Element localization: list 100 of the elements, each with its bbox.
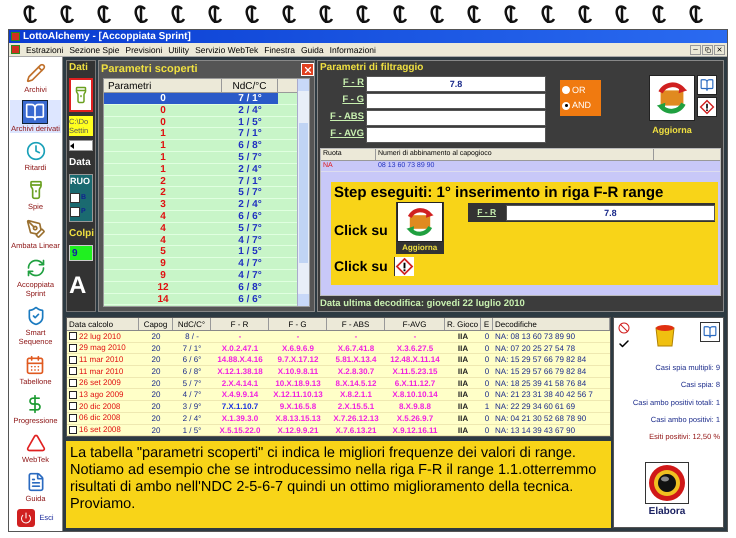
check-icon[interactable]: [618, 338, 630, 350]
minimize-button[interactable]: [690, 44, 701, 54]
field-label[interactable]: F - R: [468, 206, 506, 219]
grid-row[interactable]: 9 4 / 7°: [104, 270, 297, 282]
field-label[interactable]: F - R: [320, 76, 366, 91]
table-cell-text: 8.X.9.8.8: [398, 401, 432, 412]
jar-icon[interactable]: [654, 322, 676, 348]
range-field[interactable]: 7.8: [506, 204, 715, 220]
checkbox[interactable]: [69, 414, 77, 422]
close-button[interactable]: [714, 44, 725, 54]
table-cell-text: NA: 22 29 34 60 61 69: [494, 401, 576, 412]
table-cell-text: 5 / 7°: [182, 378, 202, 388]
book-icon[interactable]: [700, 322, 720, 342]
column-header[interactable]: F - G: [269, 318, 327, 330]
table-cell-text: 3: [159, 199, 167, 210]
table-cell: 26 set 2009: [79, 377, 121, 389]
arrow-left-icon[interactable]: [70, 142, 75, 148]
field-label[interactable]: F - AVG: [320, 127, 366, 142]
column-header[interactable]: Decodifiche: [493, 318, 610, 330]
colpi-field[interactable]: 9: [69, 244, 93, 260]
range-field[interactable]: [366, 92, 546, 108]
table-cell: 0: [104, 93, 222, 104]
table-cell: 7 / 1°: [222, 93, 278, 104]
checkbox[interactable]: [69, 332, 77, 340]
grid-row[interactable]: 2 7 / 1°: [104, 176, 297, 188]
range-field[interactable]: [366, 110, 546, 126]
aggiorna-button[interactable]: Aggiorna: [396, 202, 444, 254]
table-cell-text: X.12.9.9.21: [276, 424, 320, 436]
column-header[interactable]: E: [481, 318, 493, 330]
grid-row[interactable]: 3 2 / 4°: [104, 199, 297, 211]
grid-row[interactable]: 4 6 / 6°: [104, 210, 297, 223]
grid-row[interactable]: 0 2 / 4°: [104, 104, 297, 117]
range-field[interactable]: [366, 126, 546, 142]
table-cell-text: NA: 04 21 30 52 68 78 90: [494, 412, 588, 424]
table-cell-text: 12.48.X.11.14: [389, 354, 441, 366]
grid-row[interactable]: 4 5 / 7°: [104, 222, 297, 235]
table-cell-text: NA: 21 23 31 38 40 42 56 7: [494, 389, 594, 400]
menu-item[interactable]: Sezione Spie: [69, 44, 120, 56]
menu-item[interactable]: Utility: [168, 44, 190, 56]
grid-row[interactable]: 12 6 / 8°: [104, 282, 297, 294]
grid-row[interactable]: 0 7 / 1°: [104, 93, 297, 105]
checkbox[interactable]: [69, 367, 77, 376]
column-header[interactable]: NdC/°C: [222, 79, 278, 92]
checkbox[interactable]: [69, 390, 77, 399]
table-cell-text: 2.X.15.5.1: [336, 401, 376, 412]
column-header[interactable]: F - ABS: [327, 318, 385, 330]
table-cell-text: 2: [159, 176, 167, 186]
menu-item[interactable]: Previsioni: [125, 44, 162, 56]
table-cell-text: X.8.10.10.14: [391, 389, 439, 400]
table-cell-text: 3 / 9°: [182, 401, 202, 412]
no-entry-icon[interactable]: [618, 322, 630, 334]
column-header[interactable]: Capog: [139, 318, 173, 330]
grid-row[interactable]: 1 2 / 4°: [104, 164, 297, 176]
table-cell-text: IIA: [456, 354, 470, 366]
column-header[interactable]: F - R: [211, 318, 269, 330]
grid-row[interactable]: 14 6 / 6°: [104, 294, 297, 306]
menu-item[interactable]: Servizio WebTek: [195, 44, 258, 56]
table-cell-text: X.4.9.9.14: [220, 389, 260, 400]
scrollbar[interactable]: [297, 79, 309, 306]
grid-row[interactable]: 5 1 / 5°: [104, 246, 297, 258]
table-cell-text: 4 / 7°: [237, 258, 263, 269]
menu-item[interactable]: Finestra: [264, 44, 295, 56]
table-cell-text: X.5.15.22.0: [218, 424, 262, 436]
checkbox[interactable]: [69, 356, 77, 364]
menu-item[interactable]: Estrazioni: [26, 44, 64, 56]
field-label[interactable]: F - G: [320, 93, 366, 108]
checkbox[interactable]: [70, 192, 80, 203]
grid-row[interactable]: 1 7 / 1°: [104, 128, 297, 140]
checkbox[interactable]: [69, 402, 77, 410]
column-header[interactable]: NdC/C°: [173, 318, 211, 330]
table-cell-text: 0: [159, 116, 167, 128]
menu-item[interactable]: Informazioni: [330, 44, 376, 56]
grid-row[interactable]: 2 5 / 7°: [104, 187, 297, 200]
grid-row[interactable]: 9 4 / 7°: [104, 258, 297, 270]
table-cell-text: 4: [159, 210, 167, 222]
checkbox[interactable]: [70, 207, 80, 218]
checkbox[interactable]: [69, 379, 77, 388]
table-cell-text: 7 / 1°: [237, 176, 263, 186]
menu-item[interactable]: Guida: [300, 44, 324, 56]
checkbox[interactable]: [69, 426, 77, 434]
range-field[interactable]: 7.8: [366, 76, 546, 92]
column-header[interactable]: Parametri: [104, 79, 222, 92]
grid-row[interactable]: 1 6 / 8°: [104, 140, 297, 152]
restore-button[interactable]: [702, 44, 713, 54]
radio-button[interactable]: [562, 102, 570, 110]
checkbox[interactable]: [69, 344, 77, 352]
column-header[interactable]: F-AVG: [385, 318, 445, 330]
grid-row[interactable]: 0 1 / 5°: [104, 116, 297, 128]
grid-row[interactable]: 1 5 / 7°: [104, 152, 297, 164]
table-cell-text: 2: [159, 187, 167, 198]
column-header[interactable]: Data calcolo: [67, 318, 139, 330]
step-title: Step eseguiti: 1° inserimento in riga F-R range: [334, 184, 664, 202]
book-icon[interactable]: [697, 75, 717, 95]
column-header[interactable]: R. Gioco: [445, 318, 481, 330]
table-cell-text: 0: [159, 104, 167, 116]
radio-button[interactable]: [562, 86, 570, 94]
field-label[interactable]: F - ABS: [320, 110, 366, 125]
table-cell: 11 mar 2010: [79, 366, 124, 378]
grid-row[interactable]: 4 4 / 7°: [104, 234, 297, 246]
table-cell-text: 4 / 7°: [237, 270, 263, 281]
